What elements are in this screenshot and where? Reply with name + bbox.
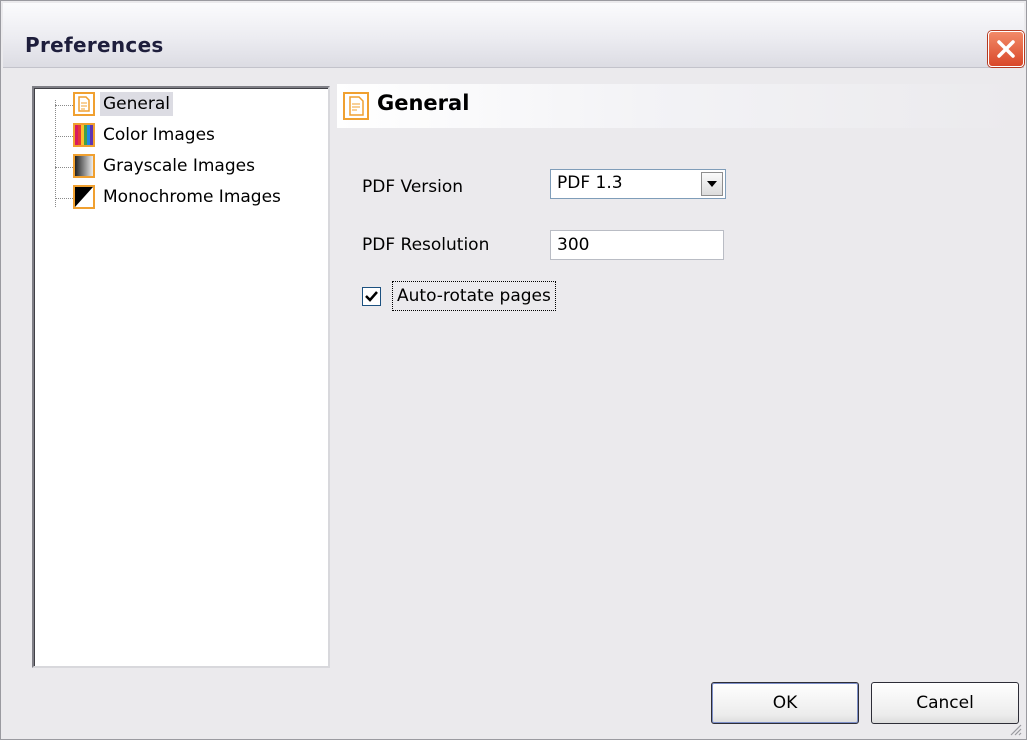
section-title: General: [377, 91, 470, 115]
tree-item-general[interactable]: General: [55, 90, 325, 120]
tree-item-label: General: [100, 92, 173, 116]
pdf-resolution-label: PDF Resolution: [362, 235, 490, 255]
auto-rotate-checkbox[interactable]: [362, 287, 381, 306]
cancel-button[interactable]: Cancel: [871, 682, 1019, 724]
pdf-version-select[interactable]: PDF 1.3: [550, 169, 726, 199]
resize-grip-icon: [1010, 724, 1022, 736]
dropdown-button[interactable]: [701, 172, 723, 196]
tree-item-monochrome-images[interactable]: Monochrome Images: [55, 183, 325, 213]
window-title: Preferences: [25, 33, 164, 57]
tree-item-label: Color Images: [103, 125, 215, 145]
tree-item-grayscale-images[interactable]: Grayscale Images: [55, 152, 325, 182]
color-bars-icon: [73, 123, 95, 147]
category-tree[interactable]: General Color Images Grayscale Images Mo…: [32, 86, 330, 668]
section-header: General: [337, 84, 1017, 128]
document-icon: [73, 92, 95, 116]
pdf-version-label: PDF Version: [362, 177, 464, 197]
monochrome-triangle-icon: [73, 185, 95, 209]
document-icon: [343, 92, 369, 120]
pdf-resolution-input[interactable]: [550, 230, 724, 260]
tree-item-label: Monochrome Images: [103, 187, 281, 207]
resize-grip[interactable]: [1008, 721, 1022, 736]
close-icon: [997, 40, 1015, 58]
preferences-dialog: Preferences General Color Images Graysca…: [0, 0, 1027, 740]
tree-item-label: Grayscale Images: [103, 156, 255, 176]
grayscale-gradient-icon: [73, 154, 95, 178]
chevron-down-icon: [707, 181, 717, 187]
close-button[interactable]: [988, 31, 1024, 67]
checkmark-icon: [365, 291, 378, 302]
auto-rotate-label[interactable]: Auto-rotate pages: [392, 281, 556, 311]
title-bar[interactable]: Preferences: [3, 3, 1024, 68]
ok-button[interactable]: OK: [711, 682, 859, 724]
pdf-version-value: PDF 1.3: [557, 173, 623, 193]
tree-item-color-images[interactable]: Color Images: [55, 121, 325, 151]
